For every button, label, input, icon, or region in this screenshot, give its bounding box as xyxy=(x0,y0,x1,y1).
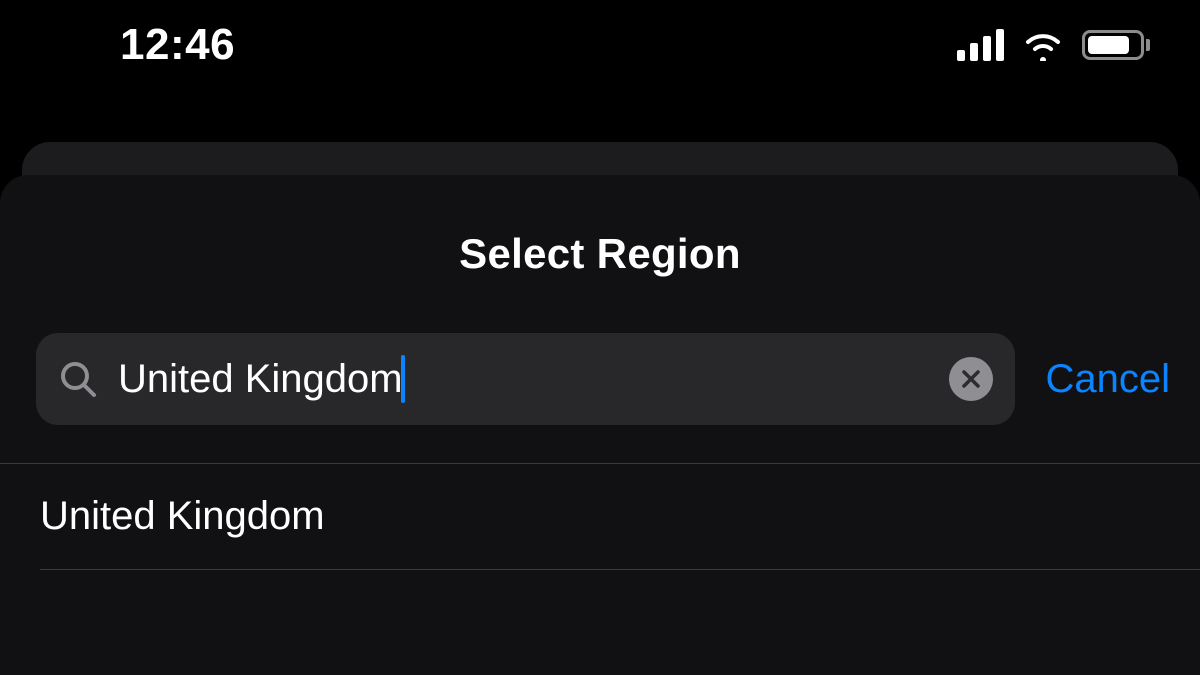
select-region-sheet: Select Region United Kingdom Cancel xyxy=(0,175,1200,675)
cancel-button[interactable]: Cancel xyxy=(1045,357,1170,402)
battery-icon xyxy=(1082,30,1150,60)
list-item[interactable]: United Kingdom xyxy=(0,464,1200,569)
search-icon xyxy=(58,359,98,399)
clear-search-button[interactable] xyxy=(949,357,993,401)
search-field[interactable]: United Kingdom xyxy=(36,333,1015,425)
status-time: 12:46 xyxy=(120,20,235,70)
results-list: United Kingdom xyxy=(0,463,1200,570)
status-icons xyxy=(957,29,1150,61)
search-input[interactable]: United Kingdom xyxy=(118,357,403,402)
wifi-icon xyxy=(1022,29,1064,61)
cellular-signal-icon xyxy=(957,29,1004,61)
search-row: United Kingdom Cancel xyxy=(0,333,1200,425)
status-bar: 12:46 xyxy=(0,0,1200,90)
text-caret xyxy=(401,355,405,403)
close-icon xyxy=(960,368,982,390)
sheet-title: Select Region xyxy=(0,230,1200,278)
divider xyxy=(40,569,1200,570)
